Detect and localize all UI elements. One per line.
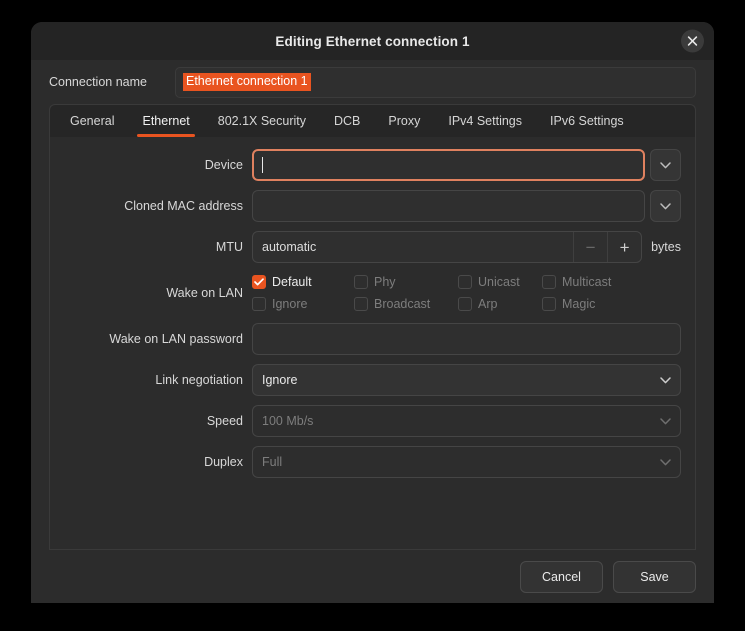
speed-select: 100 Mb/s bbox=[252, 405, 681, 437]
checkbox-icon bbox=[542, 275, 556, 289]
mtu-decrement-button[interactable]: − bbox=[573, 232, 607, 262]
duplex-row: Duplex Full bbox=[56, 446, 681, 478]
save-button[interactable]: Save bbox=[613, 560, 696, 593]
wol-checkbox-phy: Phy bbox=[354, 275, 458, 289]
text-caret bbox=[262, 157, 263, 173]
device-dropdown-button[interactable] bbox=[650, 149, 681, 181]
checkbox-icon bbox=[252, 297, 266, 311]
wol-checkbox-broadcast: Broadcast bbox=[354, 297, 458, 311]
connection-name-value: Ethernet connection 1 bbox=[183, 73, 311, 91]
wol-password-label: Wake on LAN password bbox=[109, 332, 243, 346]
tab-proxy[interactable]: Proxy bbox=[374, 106, 434, 137]
checkbox-icon bbox=[542, 297, 556, 311]
wol-label-magic: Magic bbox=[562, 297, 596, 311]
close-icon[interactable] bbox=[681, 29, 704, 53]
checkbox-icon bbox=[354, 297, 368, 311]
wol-label-default: Default bbox=[272, 275, 312, 289]
device-input[interactable] bbox=[252, 149, 645, 181]
chevron-down-icon bbox=[660, 417, 671, 424]
wol-checkbox-magic: Magic bbox=[542, 297, 681, 311]
tab-8021x-security[interactable]: 802.1X Security bbox=[204, 106, 320, 137]
editing-connection-window: Editing Ethernet connection 1 Connection… bbox=[31, 22, 714, 603]
mtu-stepper[interactable]: automatic − + bbox=[252, 231, 643, 263]
wol-label-multicast: Multicast bbox=[562, 275, 612, 289]
cloned-mac-row: Cloned MAC address bbox=[56, 190, 681, 222]
wake-on-lan-options: Default Phy Unicast Multicast Ignore Bro… bbox=[252, 272, 681, 314]
wol-checkbox-multicast: Multicast bbox=[542, 275, 681, 289]
device-row: Device bbox=[56, 149, 681, 181]
cloned-mac-label: Cloned MAC address bbox=[124, 199, 243, 213]
connection-name-row: Connection name Ethernet connection 1 bbox=[49, 60, 696, 104]
wol-label-unicast: Unicast bbox=[478, 275, 520, 289]
wol-label-broadcast: Broadcast bbox=[374, 297, 431, 311]
duplex-value: Full bbox=[262, 455, 283, 469]
window-body: Connection name Ethernet connection 1 Ge… bbox=[31, 60, 714, 550]
wol-checkbox-unicast: Unicast bbox=[458, 275, 542, 289]
wake-on-lan-label: Wake on LAN bbox=[166, 286, 243, 300]
cancel-button[interactable]: Cancel bbox=[520, 560, 603, 593]
wol-password-input[interactable] bbox=[252, 323, 681, 355]
wol-label-arp: Arp bbox=[478, 297, 498, 311]
speed-label: Speed bbox=[206, 414, 243, 428]
duplex-select: Full bbox=[252, 446, 681, 478]
checkbox-icon bbox=[458, 275, 472, 289]
connection-name-label: Connection name bbox=[49, 75, 147, 89]
wol-label-ignore: Ignore bbox=[272, 297, 308, 311]
window-titlebar: Editing Ethernet connection 1 bbox=[31, 22, 714, 60]
mtu-value: automatic bbox=[262, 240, 317, 254]
connection-name-input[interactable]: Ethernet connection 1 bbox=[175, 66, 696, 98]
chevron-down-icon bbox=[660, 376, 671, 383]
duplex-label: Duplex bbox=[204, 455, 243, 469]
speed-row: Speed 100 Mb/s bbox=[56, 405, 681, 437]
chevron-down-icon bbox=[660, 161, 671, 168]
ethernet-tab-panel: Device Cloned MAC address MTU automatic … bbox=[49, 137, 696, 550]
wol-checkbox-arp: Arp bbox=[458, 297, 542, 311]
tab-ethernet[interactable]: Ethernet bbox=[128, 106, 203, 137]
tab-bar: General Ethernet 802.1X Security DCB Pro… bbox=[49, 104, 696, 137]
wake-on-lan-row: Wake on LAN Default Phy Unicast Multicas… bbox=[56, 272, 681, 314]
chevron-down-icon bbox=[660, 202, 671, 209]
device-label: Device bbox=[204, 158, 243, 172]
checkbox-checked-icon bbox=[252, 275, 266, 289]
wol-label-phy: Phy bbox=[374, 275, 396, 289]
mtu-label: MTU bbox=[215, 240, 243, 254]
chevron-down-icon bbox=[660, 458, 671, 465]
tab-ipv4-settings[interactable]: IPv4 Settings bbox=[434, 106, 536, 137]
speed-value: 100 Mb/s bbox=[262, 414, 314, 428]
link-negotiation-row: Link negotiation Ignore bbox=[56, 364, 681, 396]
cloned-mac-input[interactable] bbox=[252, 190, 645, 222]
link-negotiation-value: Ignore bbox=[262, 373, 298, 387]
tab-general[interactable]: General bbox=[56, 106, 128, 137]
dialog-footer: Cancel Save bbox=[31, 550, 714, 603]
wol-checkbox-default[interactable]: Default bbox=[252, 275, 354, 289]
mtu-row: MTU automatic − + bytes bbox=[56, 231, 681, 263]
tab-ipv6-settings[interactable]: IPv6 Settings bbox=[536, 106, 638, 137]
window-title: Editing Ethernet connection 1 bbox=[275, 33, 470, 49]
link-negotiation-select[interactable]: Ignore bbox=[252, 364, 681, 396]
tab-dcb[interactable]: DCB bbox=[320, 106, 374, 137]
checkbox-icon bbox=[354, 275, 368, 289]
wol-checkbox-ignore: Ignore bbox=[252, 297, 354, 311]
link-negotiation-label: Link negotiation bbox=[155, 373, 243, 387]
mtu-increment-button[interactable]: + bbox=[607, 232, 641, 262]
wol-password-row: Wake on LAN password bbox=[56, 323, 681, 355]
mtu-unit-label: bytes bbox=[651, 240, 681, 254]
cloned-mac-dropdown-button[interactable] bbox=[650, 190, 681, 222]
checkbox-icon bbox=[458, 297, 472, 311]
